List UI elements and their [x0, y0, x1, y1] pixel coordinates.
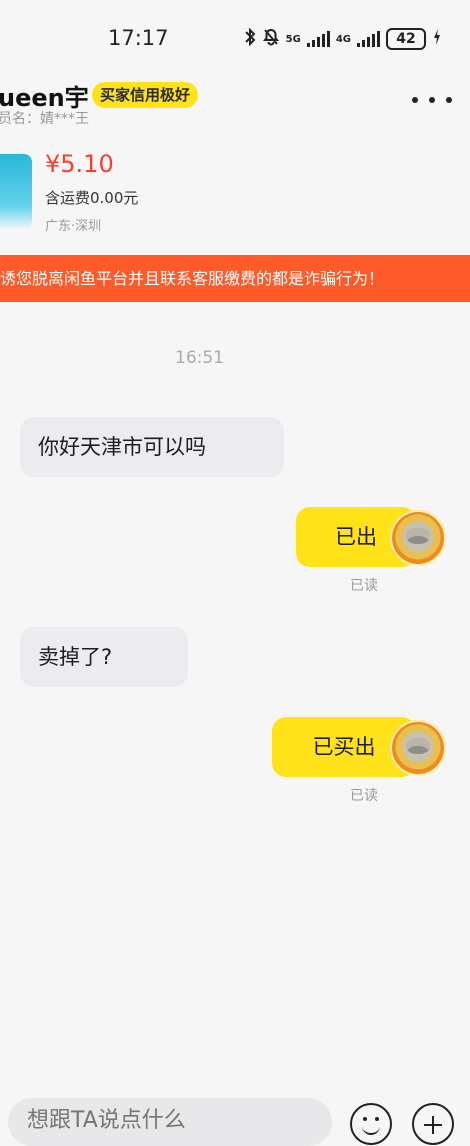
avatar[interactable] [390, 510, 446, 566]
bluetooth-icon [244, 27, 256, 50]
message-text: 卖掉了? [38, 644, 113, 669]
product-thumbnail[interactable] [0, 154, 32, 228]
message-text: 已买出 [312, 734, 376, 759]
message-text: 你好天津市可以吗 [38, 434, 206, 459]
add-button[interactable] [412, 1103, 454, 1145]
message-bubble-left[interactable]: 你好天津市可以吗 [20, 417, 284, 477]
network-label-2: 4G [335, 33, 351, 45]
product-price: ¥5.10 [45, 150, 114, 178]
charging-icon [432, 28, 442, 50]
signal-icon-secondary [357, 31, 380, 47]
message-bubble-left[interactable]: 卖掉了? [20, 627, 188, 687]
warning-banner: 诱您脱离闲鱼平台并且联系客服缴费的都是诈骗行为！ [0, 255, 470, 302]
status-time: 17:17 [108, 26, 169, 50]
read-status: 已读 [350, 578, 378, 594]
credit-badge: 买家信用极好 [92, 82, 199, 108]
member-name: 员名：婧***王 [0, 111, 89, 127]
avatar[interactable] [390, 720, 446, 776]
shipping-fee: 含运费0.00元 [45, 189, 139, 207]
more-icon [412, 97, 418, 103]
battery-indicator: 42 [386, 28, 426, 50]
status-icons: 5G 4G 42 [244, 27, 442, 50]
network-label-1: 5G [285, 33, 301, 45]
mute-bell-icon [262, 28, 280, 50]
message-text: 已出 [335, 524, 377, 549]
more-button[interactable] [412, 90, 452, 110]
emoji-icon [363, 1117, 367, 1121]
status-bar: 17:17 5G 4G 42 [0, 0, 470, 78]
seller-location: 广东·深圳 [45, 219, 102, 234]
read-status: 已读 [350, 788, 378, 804]
chat-timestamp: 16:51 [175, 348, 224, 368]
signal-icon [306, 31, 330, 47]
emoji-button[interactable] [350, 1103, 392, 1145]
